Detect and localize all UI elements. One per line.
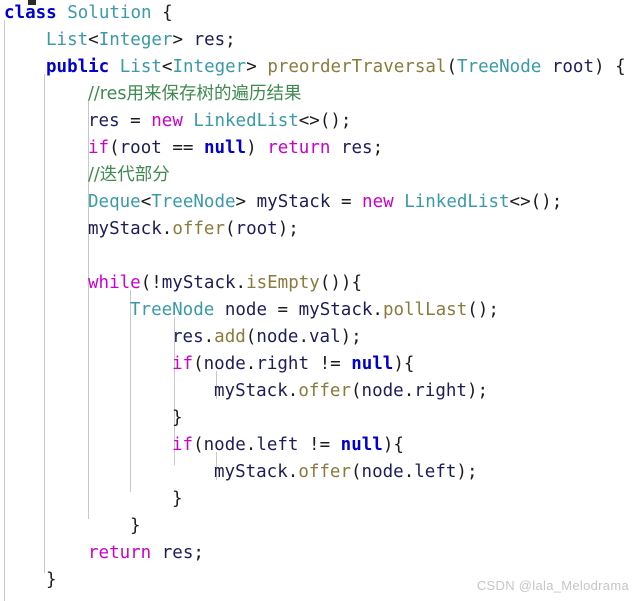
code-line[interactable]: if(root == null) return res; [0, 135, 639, 162]
code-line[interactable]: List<Integer> res; [0, 27, 639, 54]
code-line[interactable]: TreeNode node = myStack.pollLast(); [0, 297, 639, 324]
code-line[interactable]: } [0, 486, 639, 513]
code-line[interactable]: while(!myStack.isEmpty()){ [0, 270, 639, 297]
code-line[interactable]: myStack.offer(node.left); [0, 459, 639, 486]
code-line[interactable]: if(node.right != null){ [0, 351, 639, 378]
code-line[interactable]: } [0, 513, 639, 540]
code-line[interactable]: } [0, 405, 639, 432]
code-line[interactable]: public List<Integer> preorderTraversal(T… [0, 54, 639, 81]
code-line[interactable]: //res用来保存树的遍历结果 [0, 81, 639, 108]
code-line[interactable]: res = new LinkedList<>(); [0, 108, 639, 135]
code-line[interactable]: //迭代部分 [0, 162, 639, 189]
csdn-watermark: CSDN @lala_Melodrama [476, 578, 629, 593]
code-line[interactable]: res.add(node.val); [0, 324, 639, 351]
code-editor[interactable]: class Solution {List<Integer> res; public… [0, 0, 639, 601]
code-line[interactable]: Deque<TreeNode> myStack = new LinkedList… [0, 189, 639, 216]
code-line[interactable]: myStack.offer(root); [0, 216, 639, 243]
code-line-list: class Solution {List<Integer> res; public… [0, 0, 639, 594]
code-line[interactable]: if(node.left != null){ [0, 432, 639, 459]
code-line[interactable]: myStack.offer(node.right); [0, 378, 639, 405]
code-line[interactable]: return res; [0, 540, 639, 567]
code-line[interactable] [0, 243, 639, 270]
code-line[interactable]: class Solution { [0, 0, 639, 27]
